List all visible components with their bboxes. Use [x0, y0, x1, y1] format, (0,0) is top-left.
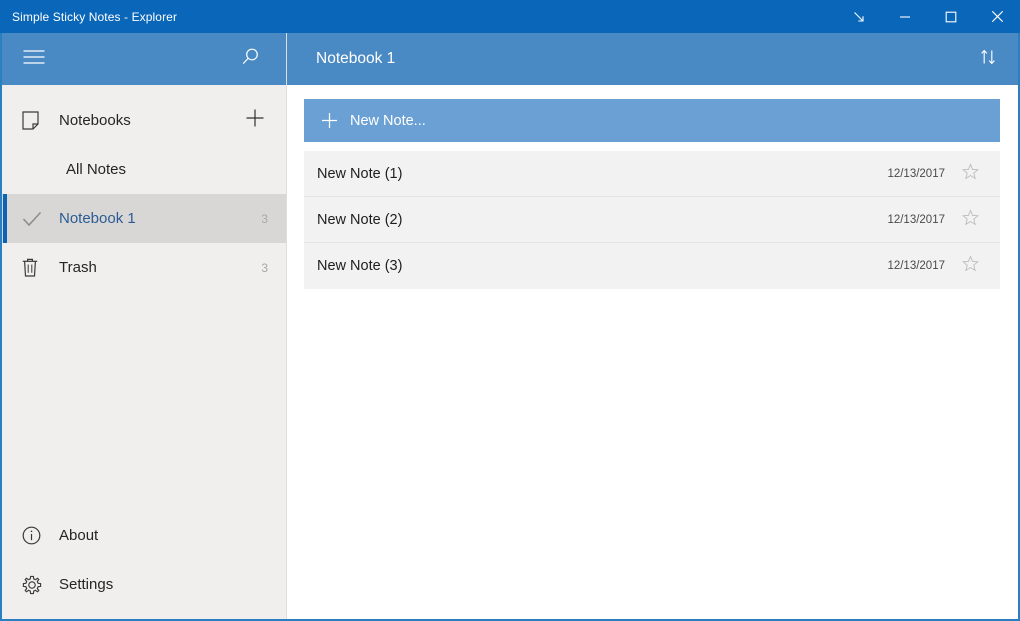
- selection-accent-bar: [3, 145, 7, 194]
- note-title: New Note (3): [317, 258, 402, 274]
- new-note-button[interactable]: New Note...: [304, 99, 1000, 142]
- close-icon: [991, 10, 1004, 23]
- main-header: Notebook 1: [287, 33, 1018, 85]
- arrow-down-right-icon: [852, 10, 866, 24]
- star-outline-icon: [962, 255, 979, 277]
- note-date: 12/13/2017: [887, 168, 945, 180]
- hamburger-menu-button[interactable]: [12, 37, 56, 81]
- sidebar-item-count: 3: [261, 212, 268, 226]
- maximize-icon: [945, 11, 957, 23]
- add-notebook-button[interactable]: [242, 108, 268, 134]
- selection-accent-bar: [3, 194, 7, 243]
- favorite-star-button[interactable]: [953, 163, 987, 185]
- search-icon: [240, 47, 260, 72]
- hamburger-menu-icon: [23, 49, 45, 70]
- star-outline-icon: [962, 209, 979, 231]
- sidebar-item-count: 3: [261, 261, 268, 275]
- sidebar-item-settings[interactable]: Settings: [2, 560, 286, 609]
- minimize-icon: [899, 11, 911, 23]
- favorite-star-button[interactable]: [953, 255, 987, 277]
- table-row[interactable]: New Note (2) 12/13/2017: [304, 197, 1000, 243]
- page-title: Notebook 1: [316, 50, 395, 68]
- new-note-label: New Note...: [350, 113, 426, 129]
- plus-icon: [321, 112, 338, 129]
- note-title: New Note (1): [317, 166, 402, 182]
- main-pane: Notebook 1: [287, 33, 1018, 619]
- info-circle-icon: [22, 526, 46, 545]
- sidebar-item-notebook-1[interactable]: Notebook 1 3: [2, 194, 286, 243]
- selection-accent-bar: [3, 243, 7, 292]
- close-button[interactable]: [974, 0, 1020, 33]
- note-page-icon: [22, 111, 46, 130]
- note-list-container: New Note... New Note (1) 12/13/2017: [287, 85, 1018, 619]
- sidebar-footer-list: About Settings: [2, 511, 286, 619]
- sidebar-item-label: Notebooks: [59, 112, 131, 129]
- sidebar-item-trash[interactable]: Trash 3: [2, 243, 286, 292]
- plus-icon: [245, 108, 265, 133]
- window-title: Simple Sticky Notes - Explorer: [12, 10, 177, 24]
- gear-icon: [22, 575, 46, 595]
- minimize-button[interactable]: [882, 0, 928, 33]
- sidebar-item-label: Notebook 1: [59, 210, 136, 227]
- selection-accent-bar: [3, 511, 7, 560]
- table-row[interactable]: New Note (3) 12/13/2017: [304, 243, 1000, 289]
- restore-down-button[interactable]: [836, 0, 882, 33]
- sidebar-toolbar: [2, 33, 286, 85]
- trash-icon: [22, 258, 46, 277]
- window-body: Notebooks All Notes: [2, 33, 1018, 619]
- window-controls: [836, 0, 1020, 33]
- title-bar: Simple Sticky Notes - Explorer: [0, 0, 1020, 33]
- sidebar-item-label: About: [59, 527, 98, 544]
- note-title: New Note (2): [317, 212, 402, 228]
- app-window: Simple Sticky Notes - Explorer: [0, 0, 1020, 621]
- sidebar-item-label: All Notes: [66, 161, 126, 178]
- sidebar-nav-list: Notebooks All Notes: [2, 85, 286, 511]
- sidebar-item-label: Trash: [59, 259, 97, 276]
- star-outline-icon: [962, 163, 979, 185]
- selection-accent-bar: [3, 560, 7, 609]
- checkmark-icon: [22, 211, 46, 227]
- search-button[interactable]: [228, 37, 272, 81]
- sort-arrows-icon: [979, 48, 997, 71]
- sort-button[interactable]: [970, 40, 1006, 78]
- note-date: 12/13/2017: [887, 214, 945, 226]
- sidebar-item-about[interactable]: About: [2, 511, 286, 560]
- sidebar-item-label: Settings: [59, 576, 113, 593]
- table-row[interactable]: New Note (1) 12/13/2017: [304, 151, 1000, 197]
- sidebar-item-all-notes[interactable]: All Notes: [2, 145, 286, 194]
- sidebar-item-notebooks[interactable]: Notebooks: [2, 96, 286, 145]
- maximize-button[interactable]: [928, 0, 974, 33]
- selection-accent-bar: [3, 96, 7, 145]
- note-date: 12/13/2017: [887, 260, 945, 272]
- sidebar: Notebooks All Notes: [2, 33, 287, 619]
- note-list: New Note (1) 12/13/2017 New Note (2): [304, 151, 1000, 289]
- favorite-star-button[interactable]: [953, 209, 987, 231]
